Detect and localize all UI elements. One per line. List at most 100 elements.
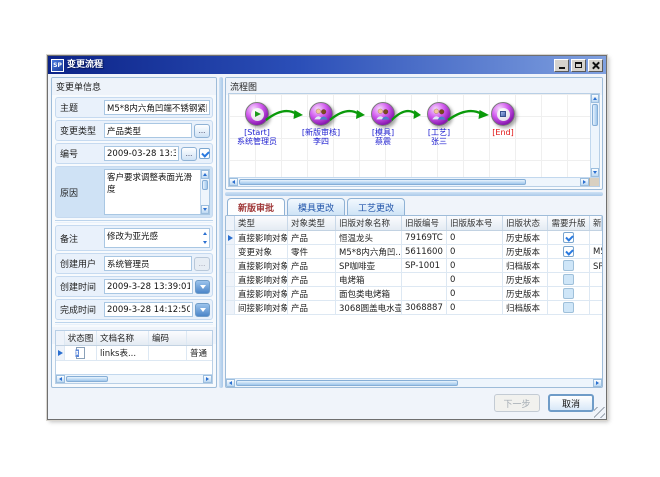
table-row[interactable]: 直接影响对象 产品 SP咖啡壶 SP-1001 0 归档版本 SP咖 — [226, 259, 602, 273]
table-row[interactable]: 直接影响对象 产品 电烤箱 0 历史版本 — [226, 273, 602, 287]
reason-scrollbar[interactable] — [200, 170, 209, 214]
next-button[interactable]: 下一步 — [494, 394, 540, 412]
field-creator: 创建用户 ... — [55, 253, 213, 274]
close-button[interactable] — [588, 59, 603, 72]
chevron-down-icon — [200, 308, 206, 312]
minimize-button[interactable] — [554, 59, 569, 72]
field-change-type: 变更类型 ... — [55, 120, 213, 141]
col-obj-type[interactable]: 对象类型 — [288, 216, 336, 230]
upgrade-checkbox[interactable] — [563, 246, 574, 257]
table-row[interactable]: 直接影响对象 产品 面包类电烤箱 0 历史版本 — [226, 287, 602, 301]
scroll-left-icon[interactable] — [226, 379, 235, 387]
scroll-right-icon[interactable] — [580, 178, 589, 186]
titlebar[interactable]: SP 变更流程 — [48, 56, 606, 74]
request-table-row[interactable]: links表... 普通 — [56, 346, 212, 361]
scroll-right-icon[interactable] — [593, 379, 602, 387]
tab-craft-change[interactable]: 工艺更改 — [347, 198, 405, 215]
impact-objects-table: 类型 对象类型 旧版对象名称 旧版编号 旧版版本号 旧版状态 需要升版 新版 直… — [225, 215, 603, 388]
flow-chart-canvas[interactable]: [Start]系统管理员 — [229, 94, 590, 177]
col-doc-name[interactable]: 文档名称 — [97, 331, 149, 345]
footer: 下一步 取消 — [48, 389, 606, 419]
created-time-dropdown-button[interactable] — [195, 280, 210, 294]
horizontal-splitter[interactable] — [225, 192, 603, 196]
table-header-row: 类型 对象类型 旧版对象名称 旧版编号 旧版版本号 旧版状态 需要升版 新版 — [226, 216, 602, 231]
table-hscrollbar[interactable] — [226, 378, 602, 387]
close-icon — [592, 62, 599, 69]
tab-mold-change[interactable]: 模具更改 — [287, 198, 345, 215]
number-checkbox[interactable] — [199, 148, 210, 159]
remark-label: 备注 — [58, 232, 102, 245]
scrollbar-corner — [589, 178, 599, 186]
maximize-button[interactable] — [571, 59, 586, 72]
created-time-input[interactable] — [104, 279, 193, 294]
scroll-left-icon[interactable] — [56, 375, 65, 383]
col-upgrade[interactable]: 需要升版 — [548, 216, 590, 230]
table-row[interactable]: 变更对象 零件 M5*8内六角凹... 5611600 0 历史版本 M5*8 — [226, 245, 602, 259]
creator-picker-button[interactable]: ... — [194, 257, 210, 271]
creator-input[interactable] — [104, 256, 192, 271]
reason-textarea[interactable]: 客户要求调整表面光滑度 — [104, 169, 210, 215]
finish-time-input[interactable] — [104, 302, 193, 317]
scroll-up-icon[interactable] — [591, 94, 599, 103]
change-process-window: SP 变更流程 变更单信息 主题 变更类型 ... 编号 ... 原因 — [47, 55, 607, 420]
cancel-button[interactable]: 取消 — [548, 394, 594, 412]
change-order-info-header: 变更单信息 — [52, 78, 216, 95]
remark-spinner[interactable] — [200, 229, 209, 247]
number-label: 编号 — [58, 147, 102, 160]
upgrade-checkbox[interactable] — [563, 260, 574, 271]
scroll-right-icon[interactable] — [203, 375, 212, 383]
finish-time-dropdown-button[interactable] — [195, 303, 210, 317]
doc-name-cell: links表... — [97, 346, 149, 360]
subject-label: 主题 — [58, 101, 102, 114]
field-reason: 原因 客户要求调整表面光滑度 — [55, 166, 213, 218]
scroll-down-icon[interactable] — [591, 168, 599, 177]
resize-grip[interactable] — [594, 407, 605, 418]
change-type-input[interactable] — [104, 123, 192, 138]
field-created-time: 创建时间 — [55, 276, 213, 297]
remark-textarea[interactable]: 修改为亚光感 — [104, 228, 210, 248]
flow-node-end[interactable]: [End] — [471, 102, 535, 137]
field-finish-time: 完成时间 — [55, 299, 213, 320]
col-code[interactable]: 编码 — [149, 331, 187, 345]
request-list-table: 状态图 文档名称 编码 links表... 普通 — [55, 330, 213, 384]
upgrade-checkbox[interactable] — [563, 302, 574, 313]
col-type[interactable]: 类型 — [235, 216, 288, 230]
col-old-name[interactable]: 旧版对象名称 — [336, 216, 402, 230]
upgrade-checkbox[interactable] — [563, 288, 574, 299]
scroll-down-icon[interactable] — [201, 205, 209, 214]
number-picker-button[interactable]: ... — [181, 147, 197, 161]
table-row[interactable]: 间接影响对象 产品 3068圆盖电水壶 3068887 0 归档版本 — [226, 301, 602, 315]
scroll-up-icon[interactable] — [201, 170, 209, 179]
window-title: 变更流程 — [67, 56, 551, 74]
divider — [55, 220, 213, 223]
upgrade-checkbox[interactable] — [563, 232, 574, 243]
subject-input[interactable] — [104, 100, 210, 115]
field-number: 编号 ... — [55, 143, 213, 164]
reason-label: 原因 — [58, 186, 102, 199]
spin-down-icon[interactable] — [200, 238, 209, 247]
upgrade-checkbox[interactable] — [563, 274, 574, 285]
end-node-icon — [491, 102, 515, 126]
col-old-ver[interactable]: 旧版版本号 — [447, 216, 503, 230]
col-new[interactable]: 新版 — [590, 216, 602, 230]
row-selector-icon — [58, 350, 63, 356]
vertical-splitter[interactable] — [219, 77, 223, 388]
code-cell — [149, 346, 187, 360]
scroll-left-icon[interactable] — [229, 178, 238, 186]
flow-vscrollbar[interactable] — [590, 94, 599, 177]
spin-up-icon[interactable] — [200, 229, 209, 238]
col-old-no[interactable]: 旧版编号 — [402, 216, 447, 230]
field-remark: 备注 修改为亚光感 — [55, 225, 213, 251]
flow-hscrollbar[interactable] — [229, 177, 599, 186]
chevron-down-icon — [200, 285, 206, 289]
tab-new-version-approval[interactable]: 新版审批 — [227, 198, 285, 215]
row-selector-icon — [228, 235, 233, 241]
number-input[interactable] — [104, 146, 179, 161]
table-row[interactable]: 直接影响对象 产品 恒温龙头 79169TC 0 历史版本 — [226, 231, 602, 245]
creator-label: 创建用户 — [58, 257, 102, 270]
app-icon: SP — [51, 59, 64, 72]
change-type-picker-button[interactable]: ... — [194, 124, 210, 138]
request-table-hscrollbar[interactable] — [56, 374, 212, 383]
col-status-icon[interactable]: 状态图 — [65, 331, 97, 345]
col-old-status[interactable]: 旧版状态 — [503, 216, 548, 230]
